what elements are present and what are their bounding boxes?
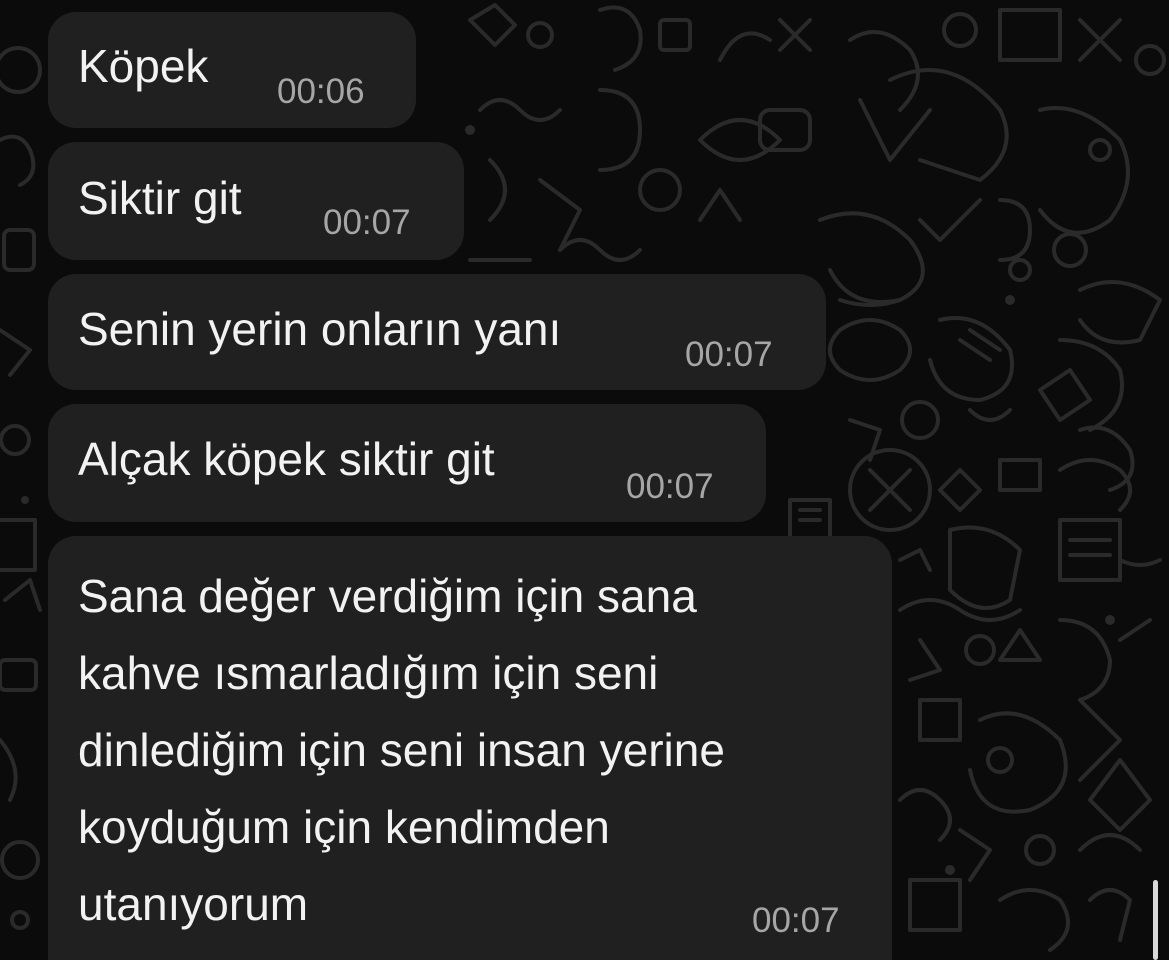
message-line: kahve ısmarladığım için seni <box>78 647 659 699</box>
message-timestamp: 00:07 <box>626 467 714 506</box>
message-bubble[interactable]: Köpek 00:06 <box>48 12 416 128</box>
message-text: Sana değer verdiğim için sana kahve ısma… <box>78 558 725 943</box>
message-line: dinlediğim için seni insan yerine <box>78 724 725 776</box>
message-timestamp: 00:06 <box>277 72 365 111</box>
message-timestamp: 00:07 <box>752 901 840 940</box>
scrollbar[interactable] <box>1153 880 1158 960</box>
message-bubble[interactable]: Alçak köpek siktir git 00:07 <box>48 404 766 522</box>
message-text: Senin yerin onların yanı <box>78 303 562 355</box>
message-line: utanıyorum <box>78 878 309 930</box>
message-bubble[interactable]: Sana değer verdiğim için sana kahve ısma… <box>48 536 892 960</box>
message-text: Alçak köpek siktir git <box>78 433 495 485</box>
message-line: Sana değer verdiğim için sana <box>78 570 697 622</box>
message-text: Köpek <box>78 40 209 92</box>
message-bubble[interactable]: Siktir git 00:07 <box>48 142 464 260</box>
message-bubble[interactable]: Senin yerin onların yanı 00:07 <box>48 274 826 390</box>
message-line: koyduğum için kendimden <box>78 801 610 853</box>
message-timestamp: 00:07 <box>323 203 411 242</box>
message-text: Siktir git <box>78 172 242 224</box>
message-timestamp: 00:07 <box>685 335 773 374</box>
